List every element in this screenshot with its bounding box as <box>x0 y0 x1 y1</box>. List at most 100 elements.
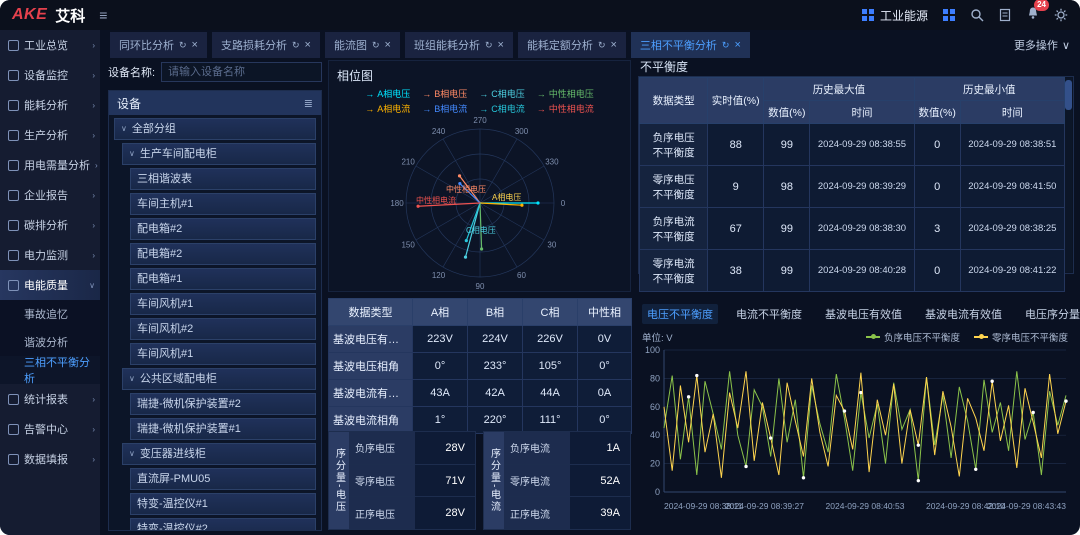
tab-5[interactable]: 三相不平衡分析↻× <box>631 32 750 58</box>
realtime-cell: 9 <box>708 166 764 208</box>
search-icon[interactable] <box>970 8 984 22</box>
trend-tab-3[interactable]: 基波电流有效值 <box>920 304 1007 324</box>
tree-group[interactable]: ∨变压器进线柜 <box>122 443 316 465</box>
trend-tab-1[interactable]: 电流不平衡度 <box>731 304 807 324</box>
chevron-right-icon: › <box>92 71 95 80</box>
svg-text:210: 210 <box>401 158 415 167</box>
sidebar-item-11[interactable]: 数据填报› <box>0 444 100 474</box>
sidebar-item-10[interactable]: 告警中心› <box>0 414 100 444</box>
tree-device[interactable]: 配电箱#1 <box>130 268 316 290</box>
trend-tab-4[interactable]: 电压序分量 <box>1020 304 1080 324</box>
tree-group[interactable]: ∨公共区域配电柜 <box>122 368 316 390</box>
sidebar-item-5[interactable]: 企业报告› <box>0 180 100 210</box>
sidebar-subitem-1[interactable]: 谐波分析 <box>0 328 100 356</box>
phase-table-header-row: 数据类型A相B相C相中性相 <box>329 299 632 326</box>
close-icon[interactable]: × <box>305 39 311 51</box>
gear-icon[interactable] <box>1054 8 1068 22</box>
svg-text:A相电压: A相电压 <box>492 192 521 202</box>
row-type-cell: 基波电压有效值 <box>329 326 413 353</box>
device-name-input[interactable] <box>161 62 322 82</box>
tab-0[interactable]: 同环比分析↻× <box>110 32 207 58</box>
tree-device[interactable]: 瑞捷-微机保护装置#1 <box>130 418 316 440</box>
list-collapse-icon[interactable]: ≣ <box>304 97 313 110</box>
legend-marker-icon <box>974 336 988 338</box>
sidebar-subitem-0[interactable]: 事故追忆 <box>0 300 100 328</box>
trend-tab-0[interactable]: 电压不平衡度 <box>642 304 718 324</box>
legend-label: A相电流 <box>377 102 410 115</box>
sidebar-item-8[interactable]: 电能质量∨ <box>0 270 100 300</box>
sidebar-item-3[interactable]: 生产分析› <box>0 120 100 150</box>
sidebar-item-label: 用电需量分析 <box>24 157 90 173</box>
tree-device[interactable]: 配电箱#2 <box>130 243 316 265</box>
sidebar-item-4[interactable]: 用电需量分析› <box>0 150 100 180</box>
sidebar-item-6[interactable]: 碳排分析› <box>0 210 100 240</box>
legend-label: C相电流 <box>491 102 525 115</box>
notifications-button[interactable]: 24 <box>1026 6 1040 25</box>
more-actions-button[interactable]: 更多操作 ∨ <box>1014 37 1070 53</box>
sidebar-item-2[interactable]: 能耗分析› <box>0 90 100 120</box>
tree-node-label: 特变-温控仪#1 <box>137 497 208 511</box>
scrollbar-thumb[interactable] <box>1065 80 1072 110</box>
svg-text:270: 270 <box>473 117 487 125</box>
table-scrollbar[interactable] <box>1065 78 1072 272</box>
tree-device[interactable]: 瑞捷-微机保护装置#2 <box>130 393 316 415</box>
tree-node-label: 配电箱#1 <box>137 272 182 286</box>
svg-text:中性相电压: 中性相电压 <box>446 184 486 194</box>
value-cell: 0A <box>578 380 632 407</box>
refresh-icon[interactable]: ↻ <box>485 40 493 51</box>
col-value: 数值(%) <box>764 101 810 124</box>
legend-label: 中性相电压 <box>549 87 594 100</box>
close-icon[interactable]: × <box>385 39 391 51</box>
svg-text:20: 20 <box>650 459 660 469</box>
refresh-icon[interactable]: ↻ <box>292 40 300 51</box>
value-cell: 1° <box>413 407 468 434</box>
refresh-icon[interactable]: ↻ <box>722 40 730 51</box>
app-grid-icon <box>861 8 875 22</box>
hamburger-icon[interactable]: ≡ <box>99 7 107 23</box>
value-cell: 42A <box>468 380 523 407</box>
close-icon[interactable]: × <box>192 39 198 51</box>
col-hist-min: 历史最小值 <box>914 78 1064 101</box>
tree-group[interactable]: ∨全部分组 <box>114 118 316 140</box>
close-icon[interactable]: × <box>734 39 740 51</box>
trend-tab-2[interactable]: 基波电压有效值 <box>820 304 907 324</box>
tree-device[interactable]: 直流屏-PMU05 <box>130 468 316 490</box>
apps-menu-icon[interactable] <box>942 8 956 22</box>
seq-row-label: 正序电流 <box>504 497 570 529</box>
unbalance-panel: 数据类型实时值(%)历史最大值历史最小值数值(%)时间数值(%)时间负序电压不平… <box>638 76 1074 274</box>
tree-device[interactable]: 配电箱#2 <box>130 218 316 240</box>
sidebar-subitem-2[interactable]: 三相不平衡分析 <box>0 356 100 384</box>
min-value-cell: 3 <box>914 208 960 250</box>
tree-device[interactable]: 车间主机#1 <box>130 193 316 215</box>
tree-device[interactable]: 特变-温控仪#1 <box>130 493 316 515</box>
logo-cn: 艾科 <box>55 5 85 26</box>
tab-3[interactable]: 班组能耗分析↻× <box>405 32 513 58</box>
topbar-actions: 工业能源 24 <box>861 6 1068 25</box>
app-switcher[interactable]: 工业能源 <box>861 7 928 24</box>
value-cell: 44A <box>523 380 578 407</box>
close-icon[interactable]: × <box>610 39 616 51</box>
sidebar-item-9[interactable]: 统计报表› <box>0 384 100 414</box>
tab-1[interactable]: 支路损耗分析↻× <box>212 32 320 58</box>
sidebar-item-7[interactable]: 电力监测› <box>0 240 100 270</box>
tab-2[interactable]: 能流图↻× <box>325 32 400 58</box>
tree-device[interactable]: 车间风机#1 <box>130 293 316 315</box>
tree-group[interactable]: ∨生产车间配电柜 <box>122 143 316 165</box>
sidebar-item-1[interactable]: 设备监控› <box>0 60 100 90</box>
tab-4[interactable]: 能耗定额分析↻× <box>518 32 626 58</box>
device-tree-panel: 设备 ≣ ∨全部分组∨生产车间配电柜三相谐波表车间主机#1配电箱#2配电箱#2配… <box>108 90 322 531</box>
refresh-icon[interactable]: ↻ <box>372 40 380 51</box>
legend-arrow-icon: → <box>422 104 431 114</box>
sidebar-item-0[interactable]: 工业总览› <box>0 30 100 60</box>
document-icon[interactable] <box>998 8 1012 22</box>
tree-device[interactable]: 特变-温控仪#2 <box>130 518 316 530</box>
tree-device[interactable]: 车间风机#1 <box>130 343 316 365</box>
tree-device[interactable]: 三相谐波表 <box>130 168 316 190</box>
phase-table-header: B相 <box>468 299 523 326</box>
close-icon[interactable]: × <box>498 39 504 51</box>
refresh-icon[interactable]: ↻ <box>598 40 606 51</box>
value-cell: 220° <box>468 407 523 434</box>
tree-device[interactable]: 车间风机#2 <box>130 318 316 340</box>
refresh-icon[interactable]: ↻ <box>179 40 187 51</box>
max-value-cell: 99 <box>764 208 810 250</box>
